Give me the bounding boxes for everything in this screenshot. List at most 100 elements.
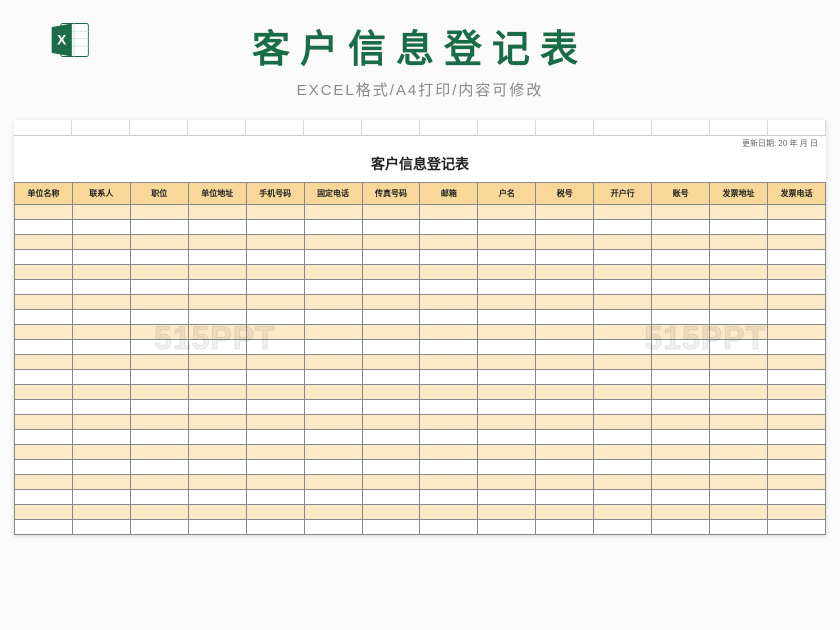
table-cell[interactable]: [246, 475, 304, 490]
table-cell[interactable]: [15, 385, 73, 400]
table-cell[interactable]: [130, 460, 188, 475]
table-cell[interactable]: [478, 355, 536, 370]
table-cell[interactable]: [536, 295, 594, 310]
table-cell[interactable]: [652, 490, 710, 505]
table-cell[interactable]: [478, 460, 536, 475]
table-cell[interactable]: [15, 235, 73, 250]
table-cell[interactable]: [536, 355, 594, 370]
table-cell[interactable]: [130, 250, 188, 265]
table-cell[interactable]: [594, 430, 652, 445]
table-cell[interactable]: [710, 370, 768, 385]
table-cell[interactable]: [652, 205, 710, 220]
table-cell[interactable]: [710, 220, 768, 235]
table-cell[interactable]: [246, 235, 304, 250]
table-cell[interactable]: [188, 460, 246, 475]
table-cell[interactable]: [188, 310, 246, 325]
table-cell[interactable]: [15, 280, 73, 295]
table-cell[interactable]: [767, 475, 825, 490]
table-cell[interactable]: [130, 325, 188, 340]
table-cell[interactable]: [767, 295, 825, 310]
table-cell[interactable]: [304, 340, 362, 355]
table-cell[interactable]: [536, 445, 594, 460]
table-cell[interactable]: [767, 265, 825, 280]
table-cell[interactable]: [188, 235, 246, 250]
table-cell[interactable]: [652, 385, 710, 400]
table-cell[interactable]: [362, 280, 420, 295]
table-cell[interactable]: [15, 445, 73, 460]
table-cell[interactable]: [478, 385, 536, 400]
table-cell[interactable]: [304, 475, 362, 490]
table-cell[interactable]: [362, 370, 420, 385]
table-cell[interactable]: [594, 265, 652, 280]
table-cell[interactable]: [15, 250, 73, 265]
table-cell[interactable]: [536, 400, 594, 415]
table-cell[interactable]: [188, 385, 246, 400]
table-cell[interactable]: [594, 220, 652, 235]
table-cell[interactable]: [710, 265, 768, 280]
table-cell[interactable]: [304, 445, 362, 460]
table-cell[interactable]: [536, 430, 594, 445]
table-cell[interactable]: [594, 250, 652, 265]
table-cell[interactable]: [536, 235, 594, 250]
table-cell[interactable]: [420, 415, 478, 430]
table-cell[interactable]: [536, 490, 594, 505]
table-cell[interactable]: [594, 385, 652, 400]
table-cell[interactable]: [130, 220, 188, 235]
table-cell[interactable]: [420, 520, 478, 535]
table-cell[interactable]: [536, 265, 594, 280]
table-cell[interactable]: [594, 205, 652, 220]
table-cell[interactable]: [246, 205, 304, 220]
table-cell[interactable]: [478, 475, 536, 490]
table-cell[interactable]: [478, 250, 536, 265]
table-cell[interactable]: [652, 220, 710, 235]
table-cell[interactable]: [652, 340, 710, 355]
table-cell[interactable]: [15, 505, 73, 520]
table-cell[interactable]: [478, 415, 536, 430]
table-cell[interactable]: [652, 445, 710, 460]
table-cell[interactable]: [478, 370, 536, 385]
table-cell[interactable]: [304, 415, 362, 430]
table-cell[interactable]: [72, 475, 130, 490]
table-cell[interactable]: [594, 445, 652, 460]
table-cell[interactable]: [362, 265, 420, 280]
table-cell[interactable]: [594, 310, 652, 325]
table-cell[interactable]: [246, 490, 304, 505]
table-cell[interactable]: [767, 520, 825, 535]
table-cell[interactable]: [15, 520, 73, 535]
table-cell[interactable]: [72, 250, 130, 265]
table-cell[interactable]: [246, 460, 304, 475]
table-cell[interactable]: [536, 205, 594, 220]
table-cell[interactable]: [130, 385, 188, 400]
table-cell[interactable]: [362, 220, 420, 235]
table-cell[interactable]: [246, 430, 304, 445]
table-cell[interactable]: [478, 265, 536, 280]
table-cell[interactable]: [420, 340, 478, 355]
table-cell[interactable]: [72, 205, 130, 220]
table-cell[interactable]: [536, 310, 594, 325]
table-cell[interactable]: [767, 250, 825, 265]
table-cell[interactable]: [362, 490, 420, 505]
table-cell[interactable]: [594, 460, 652, 475]
table-cell[interactable]: [594, 295, 652, 310]
table-cell[interactable]: [767, 505, 825, 520]
table-cell[interactable]: [304, 265, 362, 280]
table-cell[interactable]: [15, 310, 73, 325]
table-cell[interactable]: [304, 430, 362, 445]
table-cell[interactable]: [362, 295, 420, 310]
table-cell[interactable]: [72, 235, 130, 250]
table-cell[interactable]: [420, 235, 478, 250]
table-cell[interactable]: [246, 520, 304, 535]
table-cell[interactable]: [130, 355, 188, 370]
table-cell[interactable]: [536, 460, 594, 475]
table-cell[interactable]: [130, 430, 188, 445]
table-cell[interactable]: [420, 490, 478, 505]
table-cell[interactable]: [304, 220, 362, 235]
table-cell[interactable]: [478, 430, 536, 445]
table-cell[interactable]: [15, 205, 73, 220]
table-cell[interactable]: [767, 280, 825, 295]
table-cell[interactable]: [72, 490, 130, 505]
table-cell[interactable]: [710, 205, 768, 220]
table-cell[interactable]: [536, 325, 594, 340]
table-cell[interactable]: [710, 445, 768, 460]
table-cell[interactable]: [130, 505, 188, 520]
